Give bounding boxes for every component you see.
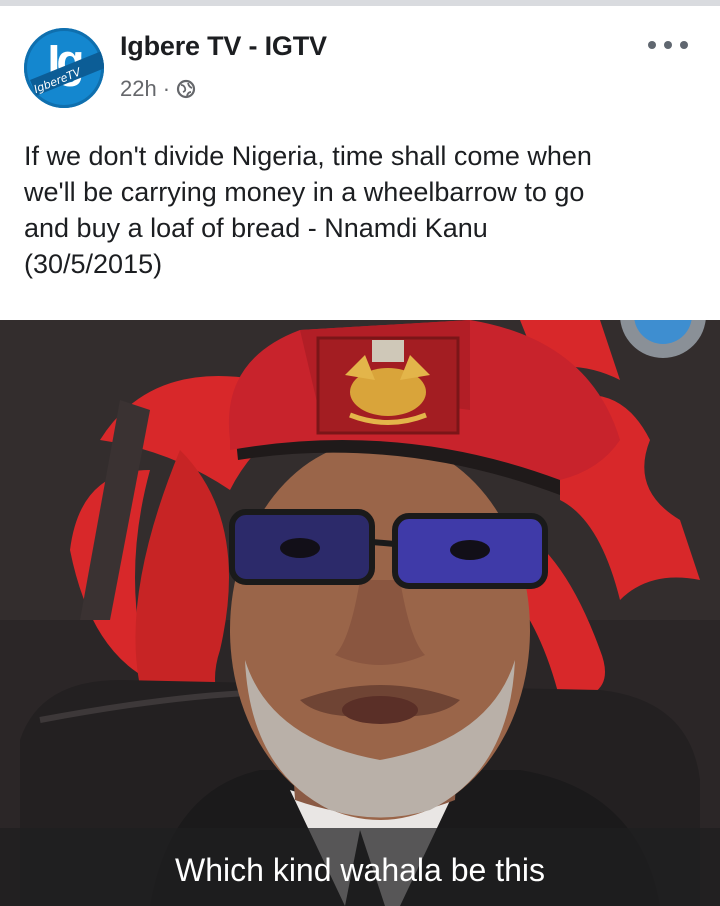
more-options-icon[interactable] bbox=[648, 38, 688, 52]
post-time[interactable]: 22h bbox=[120, 76, 157, 102]
post-text-line: (30/5/2015) bbox=[24, 249, 163, 279]
video-subtitle: Which kind wahala be this bbox=[175, 852, 545, 888]
post-meta: 22h · bbox=[120, 75, 196, 103]
video-frame[interactable] bbox=[0, 320, 720, 906]
post-text-line: If we don't divide Nigeria, time shall c… bbox=[24, 141, 592, 171]
post-text-line: and buy a loaf of bread - Nnamdi Kanu bbox=[24, 213, 488, 243]
page-name[interactable]: Igbere TV - IGTV bbox=[120, 31, 327, 62]
globe-icon[interactable] bbox=[176, 79, 196, 99]
meta-separator: · bbox=[162, 76, 171, 101]
post-text: If we don't divide Nigeria, time shall c… bbox=[24, 138, 704, 282]
page-avatar[interactable]: Ig IgbereTV bbox=[24, 28, 104, 108]
video-scene bbox=[0, 320, 720, 906]
post-text-line: we'll be carrying money in a wheelbarrow… bbox=[24, 177, 585, 207]
post-header: Ig IgbereTV Igbere TV - IGTV 22h · bbox=[0, 6, 720, 120]
video-control-inner bbox=[634, 320, 692, 344]
